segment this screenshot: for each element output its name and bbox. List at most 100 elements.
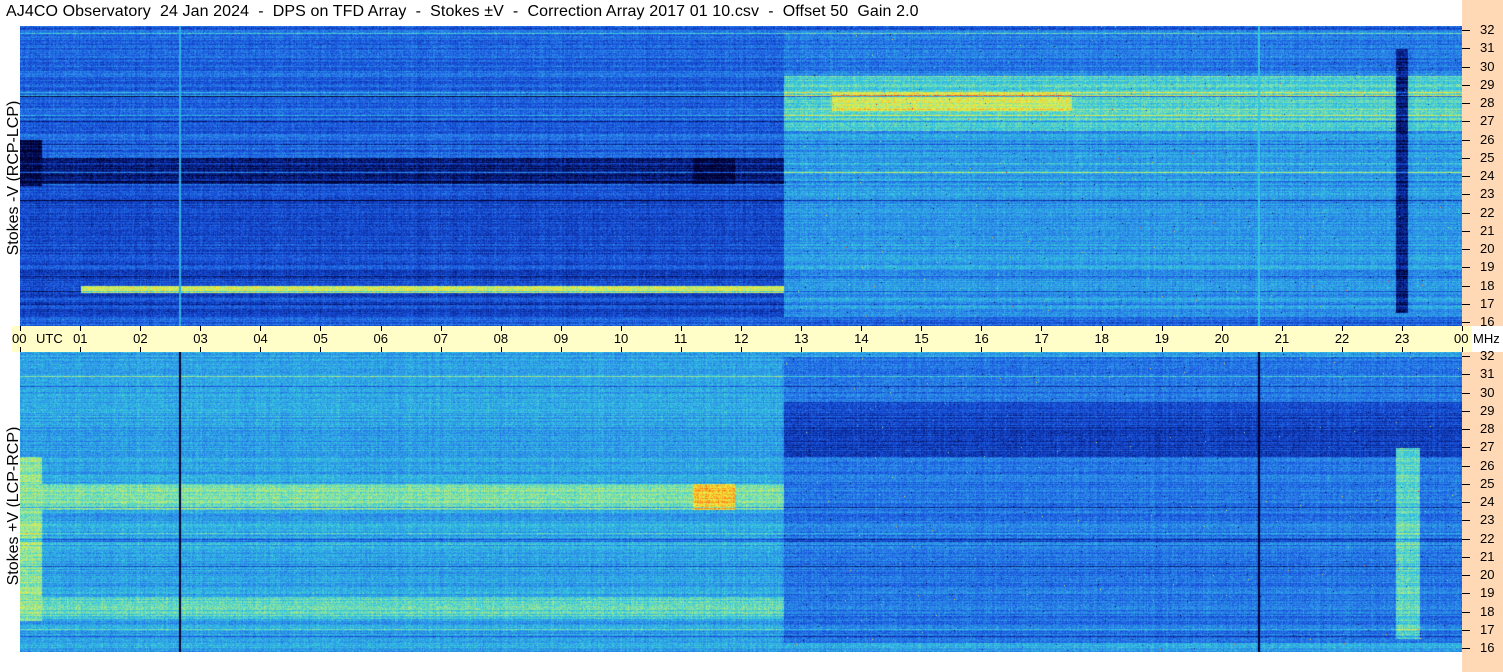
time-tick-label: 12 <box>734 331 749 346</box>
frequency-tick <box>1462 447 1470 449</box>
frequency-tick-label: 23 <box>1480 186 1495 202</box>
mhz-unit-label: MHz <box>1473 331 1500 346</box>
frequency-tick <box>1462 176 1470 177</box>
time-tick <box>1281 347 1283 352</box>
frequency-tick-label: 24 <box>1480 494 1495 509</box>
frequency-tick-label: 29 <box>1480 76 1495 92</box>
time-tick <box>1341 347 1343 352</box>
frequency-tick <box>1462 66 1470 68</box>
frequency-tick <box>1462 157 1470 159</box>
frequency-tick-label: 18 <box>1480 277 1495 293</box>
time-tick-label: 02 <box>133 331 148 346</box>
time-tick <box>20 347 21 352</box>
time-tick <box>380 347 382 352</box>
frequency-tick <box>1462 103 1470 104</box>
time-tick-label: 21 <box>1274 331 1290 346</box>
frequency-tick <box>1462 139 1470 141</box>
frequency-tick-label: 16 <box>1480 314 1495 329</box>
frequency-tick <box>1462 230 1470 232</box>
time-tick <box>741 347 742 352</box>
frequency-tick-label: 26 <box>1480 457 1495 473</box>
frequency-tick-label: 19 <box>1480 259 1495 275</box>
time-tick-label: 06 <box>373 331 388 346</box>
frequency-tick <box>1462 285 1470 287</box>
frequency-tick <box>1462 648 1470 649</box>
frequency-tick <box>1462 121 1470 123</box>
frequency-tick-label: 28 <box>1480 421 1495 436</box>
frequency-tick-label: 19 <box>1480 585 1495 601</box>
time-tick-label: 23 <box>1394 331 1410 346</box>
frequency-tick-label: 24 <box>1480 168 1495 183</box>
frequency-tick-label: 28 <box>1480 95 1495 110</box>
frequency-tick-label: 29 <box>1480 402 1495 418</box>
time-tick <box>620 347 622 352</box>
frequency-tick <box>1462 194 1470 196</box>
time-tick-label: 13 <box>794 331 809 346</box>
time-tick <box>801 347 803 352</box>
frequency-tick-label: 17 <box>1480 295 1495 311</box>
frequency-tick-label: 25 <box>1480 475 1495 491</box>
time-tick-label: 14 <box>854 331 869 346</box>
time-tick <box>861 347 863 352</box>
time-tick-label: 00 <box>1454 331 1469 346</box>
heatmap-bottom <box>20 352 1462 652</box>
frequency-tick-label: 23 <box>1480 512 1495 528</box>
time-tick <box>440 347 442 352</box>
frequency-tick <box>1462 392 1470 394</box>
frequency-axis-top: 32 31 30 29 28 27 26 25 24 23 22 21 20 19 18 17 16 <box>1462 0 1503 329</box>
frequency-tick-label: 18 <box>1480 603 1495 619</box>
frequency-tick <box>1462 429 1470 430</box>
time-tick <box>260 347 262 352</box>
time-tick-label: 18 <box>1094 331 1109 346</box>
frequency-tick-label: 22 <box>1480 530 1495 546</box>
time-tick <box>680 347 682 352</box>
time-tick-label: 04 <box>253 331 268 346</box>
time-tick-label: 22 <box>1334 331 1350 346</box>
time-tick-label: 20 <box>1214 331 1230 346</box>
frequency-tick <box>1462 593 1470 595</box>
frequency-axis-bottom: 32 31 30 29 28 27 26 25 24 23 22 21 20 19 18 17 16 <box>1462 348 1503 672</box>
time-tick-label: 09 <box>553 331 569 346</box>
time-tick-label: 11 <box>673 331 688 346</box>
time-tick-label: 07 <box>433 331 449 346</box>
frequency-tick-label: 20 <box>1480 567 1495 582</box>
time-tick <box>80 347 82 352</box>
frequency-tick <box>1462 410 1470 412</box>
frequency-tick-label: 21 <box>1480 222 1495 238</box>
frequency-tick-label: 32 <box>1480 22 1495 37</box>
frequency-tick <box>1462 629 1470 631</box>
time-tick <box>1401 347 1403 352</box>
heatmap-top <box>20 26 1462 326</box>
frequency-tick-label: 20 <box>1480 241 1495 256</box>
frequency-tick <box>1462 84 1470 86</box>
time-tick <box>500 347 502 352</box>
time-tick <box>140 347 142 352</box>
time-tick <box>1161 347 1163 352</box>
time-tick <box>1221 347 1223 352</box>
frequency-tick <box>1462 267 1470 269</box>
time-tick-label: 00 <box>12 331 27 346</box>
frequency-tick <box>1462 212 1470 214</box>
frequency-tick <box>1462 502 1470 503</box>
time-tick-label: 15 <box>914 331 929 346</box>
frequency-tick-label: 22 <box>1480 204 1495 220</box>
time-tick-label: 03 <box>193 331 208 346</box>
time-tick <box>320 347 322 352</box>
frequency-tick-label: 16 <box>1480 640 1495 655</box>
time-tick-label: 16 <box>974 331 989 346</box>
time-tick <box>560 347 562 352</box>
frequency-tick-label: 27 <box>1480 113 1495 129</box>
frequency-tick <box>1462 538 1470 540</box>
spectrogram-bottom <box>20 352 1462 652</box>
frequency-tick-label: 30 <box>1480 384 1495 400</box>
time-tick <box>981 347 983 352</box>
frequency-tick <box>1462 249 1470 250</box>
frequency-tick <box>1462 520 1470 522</box>
frequency-tick <box>1462 303 1470 305</box>
time-tick-label: 08 <box>493 331 509 346</box>
time-tick-label: 10 <box>613 331 629 346</box>
utc-label: UTC <box>36 331 63 346</box>
frequency-tick <box>1462 556 1470 558</box>
frequency-tick-label: 31 <box>1480 40 1495 56</box>
time-tick <box>200 347 202 352</box>
